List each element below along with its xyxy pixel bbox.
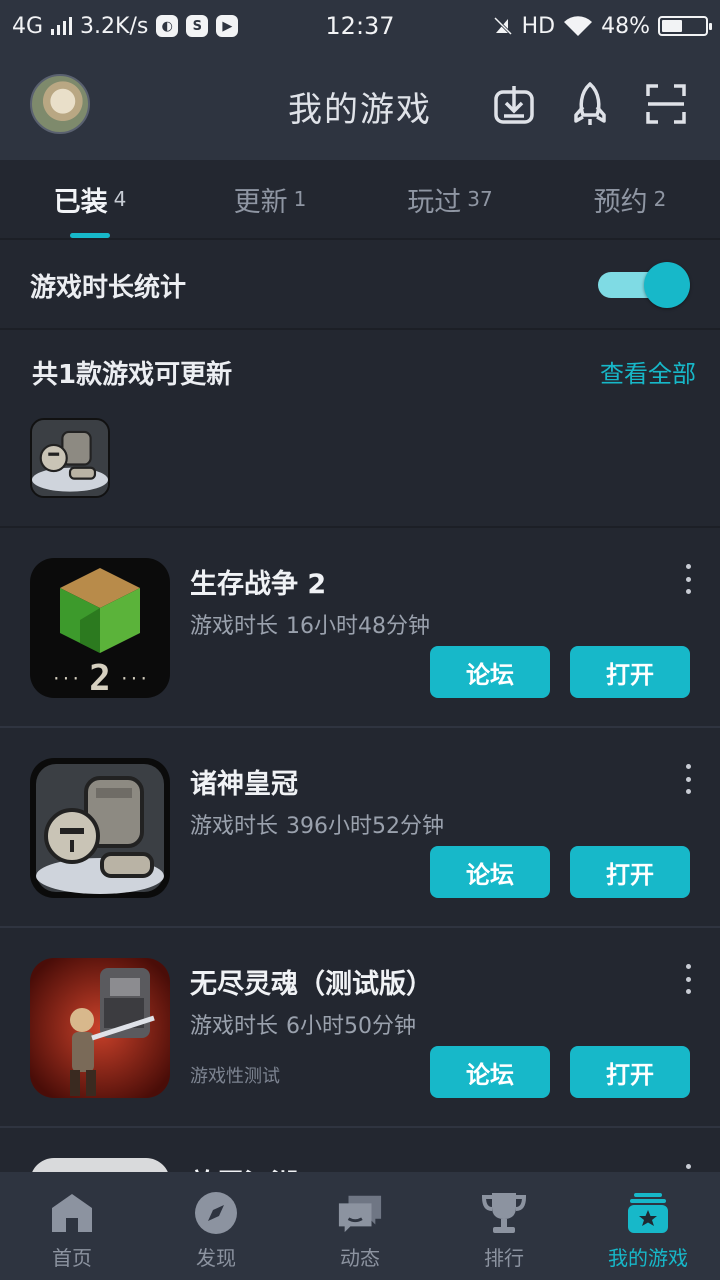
game-name: 生存战争 2	[190, 569, 327, 600]
s-app-icon: S	[186, 15, 209, 37]
playtime-value: 16小时48分钟	[286, 614, 431, 639]
tab-label: 已装	[53, 186, 108, 218]
signal-icon	[51, 17, 73, 35]
tab-count: 2	[653, 187, 667, 211]
more-options-icon[interactable]	[678, 764, 698, 794]
game-playtime: 游戏时长 16小时48分钟	[190, 608, 430, 640]
game-playtime: 游戏时长 6小时50分钟	[190, 1008, 416, 1040]
nav-home[interactable]: 首页	[0, 1172, 144, 1280]
tab-updates[interactable]: 更新 1	[180, 160, 360, 238]
game-name: 诸神皇冠	[190, 769, 298, 800]
svg-text:2: 2	[89, 658, 111, 698]
avatar[interactable]	[30, 74, 90, 134]
forum-button[interactable]: 论坛	[430, 1046, 550, 1098]
battery-percent: 48%	[601, 13, 650, 39]
tab-installed[interactable]: 已装 4	[0, 160, 180, 238]
tab-label: 玩过	[407, 186, 462, 218]
network-speed: 3.2K/s	[80, 13, 149, 39]
game-icon-crown-of-gods	[30, 758, 170, 898]
game-icon-endless-souls	[30, 958, 170, 1098]
nav-ranking[interactable]: 排行	[432, 1172, 576, 1280]
game-item[interactable]: 无尽灵魂（测试版） 游戏时长 6小时50分钟 游戏性测试 论坛 打开	[0, 928, 720, 1128]
mute-icon	[493, 16, 512, 36]
playtime-label: 游戏时长	[190, 614, 279, 639]
updates-title: 共1款游戏可更新	[32, 360, 233, 390]
open-button[interactable]: 打开	[570, 646, 690, 698]
view-all-link[interactable]: 查看全部	[600, 354, 696, 389]
tab-played[interactable]: 玩过 37	[360, 160, 540, 238]
tab-reserved[interactable]: 预约 2	[540, 160, 720, 238]
tab-label: 更新	[233, 186, 288, 218]
wifi-icon	[564, 16, 593, 36]
nav-feed[interactable]: 动态	[288, 1172, 432, 1280]
updates-section: 共1款游戏可更新 查看全部	[0, 332, 720, 528]
game-name: 无尽灵魂（测试版）	[190, 969, 433, 1000]
tab-count: 1	[293, 187, 307, 211]
playtime-value: 6小时50分钟	[286, 1014, 417, 1039]
nav-label: 动态	[340, 1246, 380, 1270]
playtime-label: 游戏时长	[190, 814, 279, 839]
forum-button[interactable]: 论坛	[430, 846, 550, 898]
nav-label: 发现	[196, 1246, 236, 1270]
playtime-label: 游戏时长	[190, 1014, 279, 1039]
game-icon-survivalcraft: 2 ··· ···	[30, 558, 170, 698]
globe-icon: ◐	[156, 15, 179, 37]
tab-bar: 已装 4 更新 1 玩过 37 预约 2	[0, 160, 720, 240]
playtime-stats-label: 游戏时长统计	[30, 272, 187, 303]
nav-label: 首页	[52, 1246, 92, 1270]
forum-button[interactable]: 论坛	[430, 646, 550, 698]
nav-label: 我的游戏	[608, 1246, 688, 1270]
open-button[interactable]: 打开	[570, 1046, 690, 1098]
svg-text:···: ···	[52, 669, 81, 688]
tab-label: 预约	[593, 186, 648, 218]
nav-label: 排行	[484, 1246, 524, 1270]
app-header: 我的游戏	[0, 52, 720, 160]
compass-icon	[193, 1190, 239, 1236]
more-options-icon[interactable]	[678, 564, 698, 594]
home-icon	[49, 1190, 95, 1236]
trophy-icon	[481, 1190, 527, 1236]
play-icon: ▶	[216, 15, 239, 37]
toggle-knob	[644, 262, 690, 308]
nav-my-games[interactable]: 我的游戏	[576, 1172, 720, 1280]
status-bar: 4G 3.2K/s ◐ S ▶ 12:37 HD 48%	[0, 0, 720, 52]
nav-discover[interactable]: 发现	[144, 1172, 288, 1280]
download-button[interactable]	[490, 80, 538, 128]
scan-icon	[646, 84, 686, 124]
update-game-icon[interactable]	[30, 418, 110, 498]
open-button[interactable]: 打开	[570, 846, 690, 898]
tab-count: 4	[113, 187, 127, 211]
chat-icon	[337, 1190, 383, 1236]
game-playtime: 游戏时长 396小时52分钟	[190, 808, 444, 840]
game-item[interactable]: 诸神皇冠 游戏时长 396小时52分钟 论坛 打开	[0, 728, 720, 928]
network-type: 4G	[12, 13, 44, 39]
more-options-icon[interactable]	[678, 964, 698, 994]
bottom-navigation: 首页 发现 动态 排行 我的游戏	[0, 1172, 720, 1280]
game-item[interactable]: 2 ··· ··· 生存战争 2 游戏时长 16小时48分钟 论坛 打开	[0, 528, 720, 728]
game-tag: 游戏性测试	[190, 1066, 280, 1087]
speedup-button[interactable]	[566, 80, 614, 128]
download-icon	[494, 86, 534, 124]
playtime-stats-row: 游戏时长统计	[0, 242, 720, 330]
svg-text:···: ···	[120, 669, 149, 688]
playtime-value: 396小时52分钟	[286, 814, 445, 839]
battery-icon	[658, 16, 712, 36]
playtime-stats-toggle[interactable]	[598, 262, 690, 308]
hd-indicator: HD	[521, 13, 556, 39]
scan-button[interactable]	[642, 80, 690, 128]
tab-count: 37	[467, 187, 493, 211]
my-games-icon	[625, 1190, 671, 1236]
rocket-icon	[574, 82, 606, 125]
